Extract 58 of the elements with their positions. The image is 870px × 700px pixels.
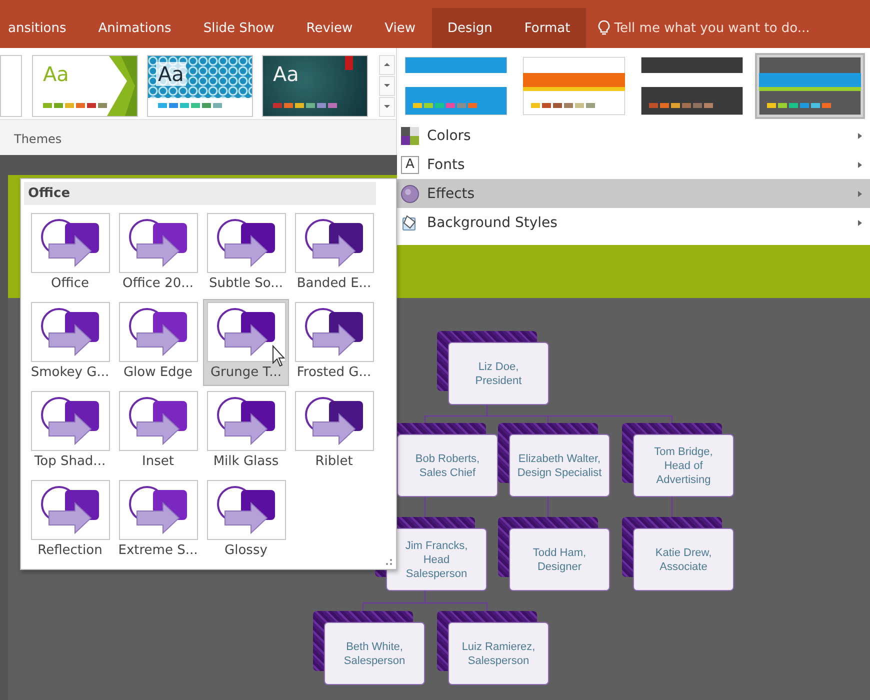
lightbulb-icon (598, 20, 610, 36)
tell-me-field[interactable]: Tell me what you want to do... (614, 20, 844, 36)
menu-item[interactable]: Effects (397, 179, 870, 208)
resize-grip-icon[interactable] (385, 558, 393, 566)
effect-option[interactable]: Grunge T... (203, 299, 289, 386)
scroll-up-button[interactable] (379, 55, 395, 75)
effect-preview-icon (303, 395, 365, 447)
theme-thumbnail[interactable]: Aa (262, 55, 368, 117)
effect-preview-icon (39, 484, 101, 536)
font-icon: A (401, 156, 419, 174)
caret-icon (383, 61, 391, 69)
effect-preview-icon (127, 217, 189, 269)
org-chart-node[interactable]: Tom Bridge, Head of Advertising (633, 434, 734, 497)
more-button[interactable] (379, 97, 395, 117)
effect-preview-icon (127, 395, 189, 447)
caret-icon (856, 218, 864, 226)
effect-preview-icon (39, 395, 101, 447)
theme-thumbnail[interactable]: Aa (147, 55, 253, 117)
mouse-pointer-icon (272, 345, 286, 367)
menu-item[interactable]: A Fonts (397, 150, 870, 179)
scroll-down-button[interactable] (379, 76, 395, 96)
ribbon-tab[interactable]: Slide Show (187, 8, 290, 48)
org-chart-node[interactable]: Bob Roberts, Sales Chief (397, 434, 498, 497)
org-chart-node[interactable]: Katie Drew, Associate (633, 528, 734, 591)
caret-icon (856, 132, 864, 140)
ribbon-tab[interactable]: ansitions (0, 8, 82, 48)
org-chart-node[interactable]: Beth White, Salesperson (324, 622, 425, 685)
effect-preview-icon (127, 306, 189, 358)
caret-icon (856, 160, 864, 168)
effect-preview-icon (215, 217, 277, 269)
gallery-heading: Office (24, 182, 376, 205)
effect-preview-icon (303, 217, 365, 269)
org-chart-node[interactable]: Liz Doe, President (448, 342, 549, 405)
ribbon-tab[interactable]: Animations (82, 8, 188, 48)
effect-preview-icon (127, 484, 189, 536)
group-label: Themes (13, 131, 63, 146)
effects-ball-icon (401, 184, 419, 202)
ribbon-tab[interactable]: Design (432, 8, 508, 48)
theme-thumbnail[interactable] (0, 55, 22, 117)
caret-icon (383, 103, 391, 111)
ribbon-tab[interactable]: View (368, 8, 432, 48)
ribbon-tab[interactable]: Format (508, 8, 586, 48)
effect-preview-icon (303, 306, 365, 358)
org-chart-node[interactable]: Luiz Ramierez, Salesperson (448, 622, 549, 685)
color-swatches-icon (401, 126, 419, 144)
effect-preview-icon (39, 217, 101, 269)
effect-preview-icon (215, 484, 277, 536)
org-chart-node[interactable]: Elizabeth Walter, Design Specialist (509, 434, 610, 497)
org-chart-node[interactable]: Jim Francks, Head Salesperson (386, 528, 487, 591)
effect-preview-icon (215, 395, 277, 447)
ribbon-tab[interactable]: Review (290, 8, 369, 48)
effect-preview-icon (215, 306, 277, 358)
caret-icon (856, 190, 864, 198)
variant-thumbnail[interactable] (755, 53, 865, 119)
caret-icon (383, 82, 391, 90)
org-chart-node[interactable]: Todd Ham, Designer (509, 528, 610, 591)
menu-item[interactable]: Background Styles (397, 208, 870, 237)
effect-preview-icon (39, 306, 101, 358)
